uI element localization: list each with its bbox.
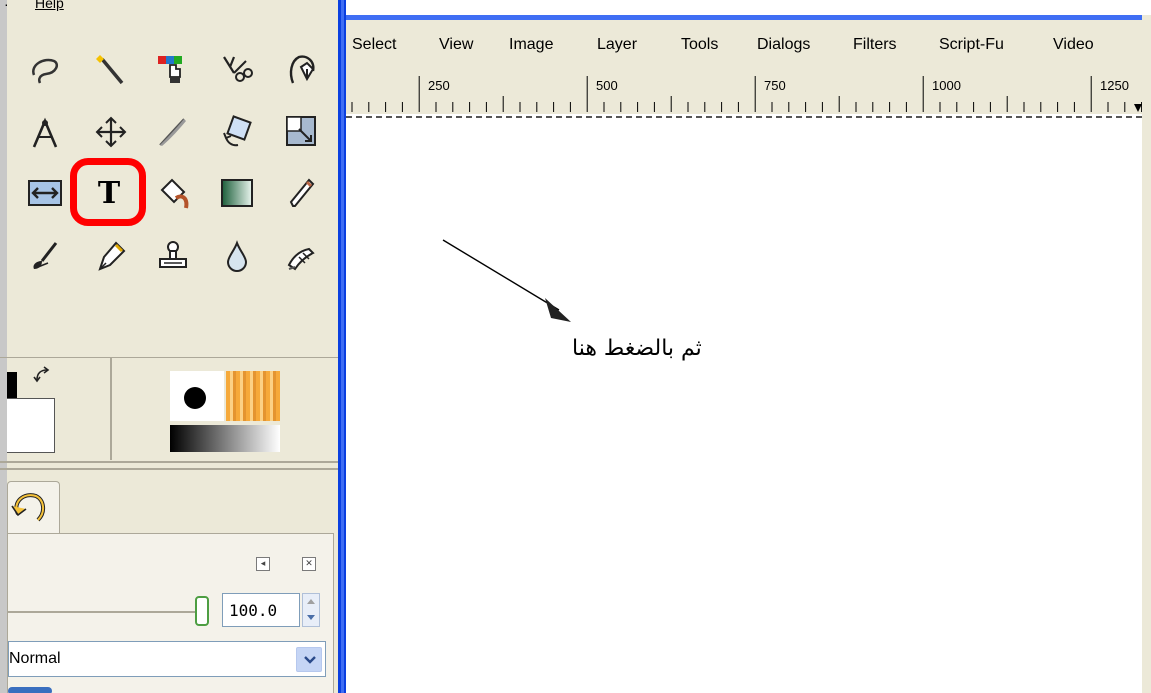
ruler-label-1250: 1250 [1100,78,1129,93]
undo-history-icon [11,493,45,522]
swap-colors-icon[interactable] [33,366,53,386]
annotation-arrow-icon [442,239,571,322]
menu-script-fu[interactable]: Script-Fu [939,36,1004,54]
menu-image[interactable]: Image [509,36,553,54]
horizontal-ruler[interactable]: 250 500 750 1000 1250 [346,72,1142,115]
blend-icon[interactable] [217,173,257,213]
image-canvas[interactable]: ثم بالضغط هنا [346,114,1142,693]
background-color-swatch[interactable] [7,398,55,453]
foreground-select-icon[interactable] [282,50,322,90]
free-select-icon[interactable] [25,50,65,90]
color-area-separator [0,461,338,463]
menu-view[interactable]: View [439,36,473,54]
panel-close-button[interactable]: ✕ [302,557,316,571]
bucket-fill-icon[interactable] [153,173,193,213]
spin-down-icon[interactable] [307,615,315,620]
move-icon[interactable] [91,112,131,152]
opacity-input[interactable]: 100.0 [222,593,300,627]
text-tool-highlight [70,158,146,226]
chevron-down-icon[interactable] [296,647,322,672]
window-right-border [1142,15,1151,693]
scale-icon[interactable] [282,112,322,152]
opacity-slider-thumb[interactable] [195,596,209,626]
flip-icon[interactable] [25,173,65,213]
opacity-spinner[interactable] [302,593,320,627]
pattern-preview[interactable] [226,371,280,421]
menu-help[interactable]: Help [35,0,64,11]
toolbox-window: · Help T ◂ ✕ 100.0 Normal [0,0,338,693]
select-by-color-icon[interactable] [153,50,193,90]
rotate-icon[interactable] [217,112,257,152]
tool-grid: T [7,40,338,290]
gradient-preview[interactable] [170,425,280,452]
ink-icon[interactable] [91,236,131,276]
undo-history-tab[interactable] [7,481,60,534]
menu-video[interactable]: Video [1053,36,1094,54]
layer-boundary [346,116,1142,118]
scissors-select-icon[interactable] [217,50,257,90]
window-left-border [338,0,346,693]
brush-preview[interactable] [170,371,224,421]
toolbox-left-edge [0,0,7,693]
crop-icon[interactable] [153,112,193,152]
smudge-icon[interactable] [282,236,322,276]
panel-menu-button[interactable]: ◂ [256,557,270,571]
fuzzy-select-icon[interactable] [91,50,131,90]
dock-bottom-tab[interactable] [8,687,52,693]
menu-tools[interactable]: Tools [681,36,718,54]
brush-dot [184,387,206,409]
menu-filters[interactable]: Filters [853,36,897,54]
menu-dialogs[interactable]: Dialogs [757,36,810,54]
color-area-separator-2 [0,468,338,470]
tool-options-panel: ◂ ✕ 100.0 Normal [7,533,334,693]
pencil-icon[interactable] [282,173,322,213]
mode-select[interactable]: Normal [8,641,326,677]
color-area-divider [110,358,112,460]
opacity-slider-track[interactable] [8,611,198,613]
image-menubar: Select View Image Layer Tools Dialogs Fi… [346,20,1142,72]
menu-select[interactable]: Select [352,36,396,54]
ruler-label-1000: 1000 [932,78,961,93]
ruler-pointer-icon [1134,104,1142,112]
clone-icon[interactable] [153,236,193,276]
annotation-text: ثم بالضغط هنا [572,336,702,361]
ruler-label-250: 250 [428,78,450,93]
menu-layer[interactable]: Layer [597,36,637,54]
ruler-label-500: 500 [596,78,618,93]
menu-bullet: · [4,0,9,12]
image-window: Select View Image Layer Tools Dialogs Fi… [338,0,1151,693]
ruler-label-750: 750 [764,78,786,93]
blur-icon[interactable] [217,236,257,276]
ruler-ticks [351,76,1142,112]
spin-up-icon[interactable] [307,599,315,604]
color-brush-area [0,357,338,470]
paintbrush-icon[interactable] [25,236,65,276]
mode-select-value: Normal [9,650,61,667]
measure-icon[interactable] [25,112,65,152]
